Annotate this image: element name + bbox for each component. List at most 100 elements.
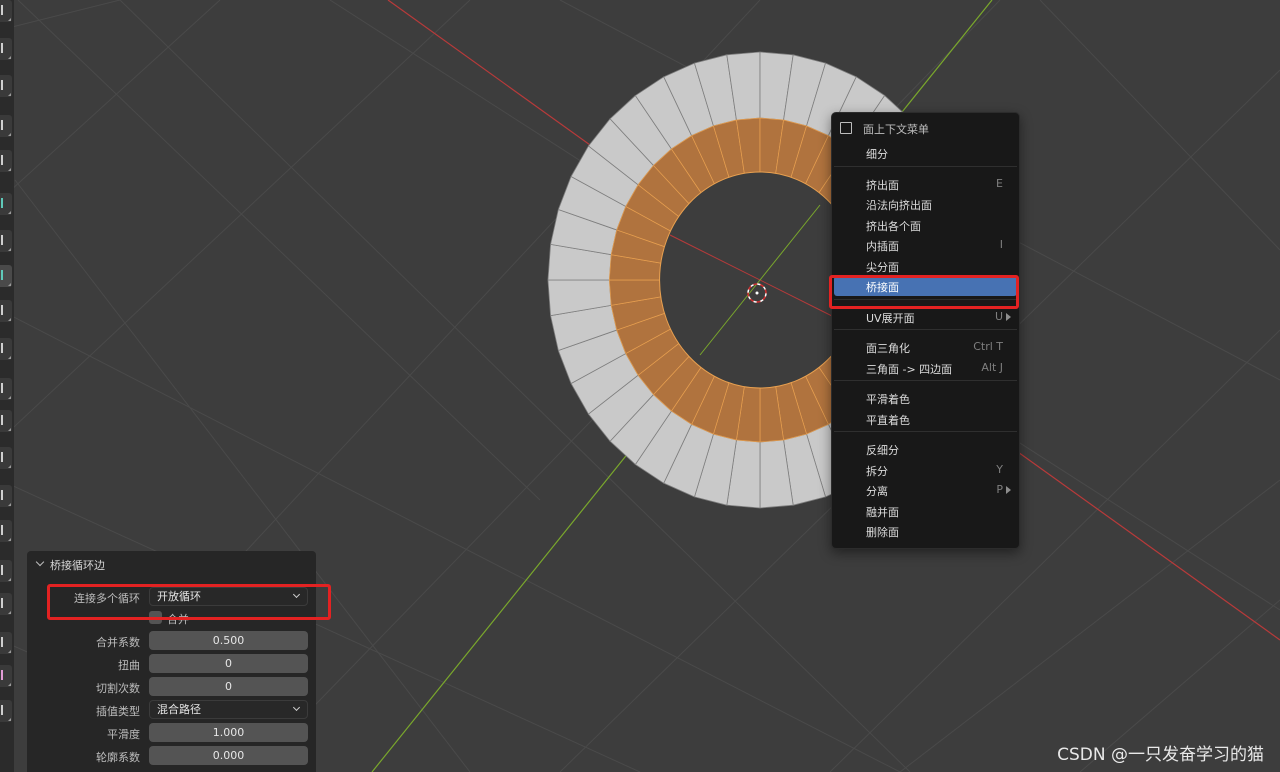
grid-line xyxy=(17,0,541,501)
number-field[interactable]: 0.000 xyxy=(149,746,308,765)
tool-icon xyxy=(1,490,11,500)
tool-button[interactable] xyxy=(0,0,12,22)
tool-button[interactable] xyxy=(0,410,12,432)
tool-icon xyxy=(1,343,11,353)
menu-header: 面上下文菜单 xyxy=(832,117,1019,139)
number-field[interactable]: 0.500 xyxy=(149,631,308,650)
tool-expand-icon xyxy=(8,283,11,286)
menu-item[interactable]: 尖分面 xyxy=(834,256,1017,276)
grid-line xyxy=(0,0,221,201)
menu-separator xyxy=(834,431,1017,432)
property-row: 扭曲 0 xyxy=(27,654,316,674)
tool-expand-icon xyxy=(8,683,11,686)
tool-expand-icon xyxy=(8,503,11,506)
menu-item[interactable]: 桥接面 xyxy=(834,276,1017,296)
3d-viewport[interactable]: 面上下文菜单 细分挤出面 E 沿法向挤出面挤出各个面内插面 I 尖分面桥接面 UV展开面 U… xyxy=(0,0,1280,772)
property-row: 合并 xyxy=(27,610,316,630)
menu-item[interactable]: 内插面 I xyxy=(834,235,1017,255)
menu-item-label: 分离 xyxy=(866,485,888,498)
property-label: 合并系数 xyxy=(96,636,140,649)
menu-item[interactable]: 反细分 xyxy=(834,439,1017,459)
menu-item[interactable]: 挤出各个面 xyxy=(834,215,1017,235)
tool-button[interactable] xyxy=(0,338,12,360)
number-field[interactable]: 1.000 xyxy=(149,723,308,742)
merge-checkbox[interactable] xyxy=(149,611,162,624)
panel-title: 桥接循环边 xyxy=(50,559,105,572)
menu-item[interactable]: 沿法向挤出面 xyxy=(834,194,1017,214)
chevron-down-icon xyxy=(292,703,301,712)
menu-item-label: 挤出各个面 xyxy=(866,219,921,233)
tool-button[interactable] xyxy=(0,193,12,215)
menu-item-shortcut: Ctrl T xyxy=(973,340,1003,353)
number-field[interactable]: 0 xyxy=(149,654,308,673)
tool-icon xyxy=(1,120,11,130)
tool-button[interactable] xyxy=(0,700,12,722)
menu-item[interactable]: 平滑着色 xyxy=(834,388,1017,408)
tool-expand-icon xyxy=(8,538,11,541)
grid-line xyxy=(0,0,121,31)
menu-item[interactable]: 细分 xyxy=(834,143,1017,163)
menu-item[interactable]: 面三角化 Ctrl T xyxy=(834,337,1017,357)
property-dropdown[interactable]: 开放循环 xyxy=(149,587,308,606)
panel-header[interactable]: 桥接循环边 xyxy=(27,551,316,577)
tool-button[interactable] xyxy=(0,560,12,582)
face-select-icon xyxy=(840,119,855,134)
tool-button[interactable] xyxy=(0,378,12,400)
menu-item-shortcut: I xyxy=(999,238,1003,251)
tool-icon xyxy=(1,5,11,15)
tool-button[interactable] xyxy=(0,520,12,542)
tool-expand-icon xyxy=(8,718,11,721)
tool-button[interactable] xyxy=(0,300,12,322)
property-label: 切割次数 xyxy=(96,682,140,695)
tool-button[interactable] xyxy=(0,485,12,507)
tool-shelf xyxy=(0,0,14,772)
menu-item[interactable]: 删除面 xyxy=(834,521,1017,541)
property-dropdown[interactable]: 混合路径 xyxy=(149,700,308,719)
menu-item[interactable]: 挤出面 E xyxy=(834,174,1017,194)
property-label: 轮廓系数 xyxy=(96,751,140,764)
property-row: 插值类型 混合路径 xyxy=(27,700,316,720)
dropdown-value: 开放循环 xyxy=(157,590,201,603)
tool-icon xyxy=(1,43,11,53)
tool-icon xyxy=(1,637,11,647)
menu-item-label: 尖分面 xyxy=(866,260,899,274)
tool-icon xyxy=(1,235,11,245)
property-label: 插值类型 xyxy=(96,705,140,718)
tool-button[interactable] xyxy=(0,75,12,97)
property-row: 轮廓系数 0.000 xyxy=(27,746,316,766)
tool-button[interactable] xyxy=(0,115,12,137)
tool-expand-icon xyxy=(8,18,11,21)
watermark: CSDN @一只发奋学习的猫 xyxy=(1057,745,1264,765)
property-row: 连接多个循环 开放循环 xyxy=(27,587,316,607)
chevron-down-icon xyxy=(292,590,301,599)
menu-separator xyxy=(834,329,1017,330)
tool-button[interactable] xyxy=(0,447,12,469)
tool-button[interactable] xyxy=(0,150,12,172)
grid-line xyxy=(0,0,471,441)
tool-button[interactable] xyxy=(0,265,12,287)
menu-item[interactable]: 三角面 -> 四边面 Alt J xyxy=(834,358,1017,378)
tool-expand-icon xyxy=(8,428,11,431)
menu-item-label: 融并面 xyxy=(866,505,899,519)
tool-button[interactable] xyxy=(0,665,12,687)
menu-item[interactable]: UV展开面 U xyxy=(834,307,1017,327)
menu-item[interactable]: 平直着色 xyxy=(834,409,1017,429)
menu-item-label: 拆分 xyxy=(866,464,888,478)
tool-button[interactable] xyxy=(0,593,12,615)
operator-panel: 桥接循环边 连接多个循环 开放循环 合并合并系数 0.500 扭曲 0 切割次数 0 插值类型 混… xyxy=(27,551,316,772)
tool-icon xyxy=(1,525,11,535)
menu-item-shortcut: Alt J xyxy=(981,360,1003,374)
tool-button[interactable] xyxy=(0,632,12,654)
property-row: 合并系数 0.500 xyxy=(27,631,316,651)
property-label: 平滑度 xyxy=(107,728,140,741)
tool-expand-icon xyxy=(8,465,11,468)
tool-button[interactable] xyxy=(0,38,12,60)
number-field[interactable]: 0 xyxy=(149,677,308,696)
tool-icon xyxy=(1,383,11,393)
tool-icon xyxy=(1,565,11,575)
menu-item[interactable]: 分离 P xyxy=(834,480,1017,500)
tool-button[interactable] xyxy=(0,230,12,252)
menu-item[interactable]: 融并面 xyxy=(834,501,1017,521)
tool-icon xyxy=(1,598,11,608)
menu-item[interactable]: 拆分 Y xyxy=(834,460,1017,480)
